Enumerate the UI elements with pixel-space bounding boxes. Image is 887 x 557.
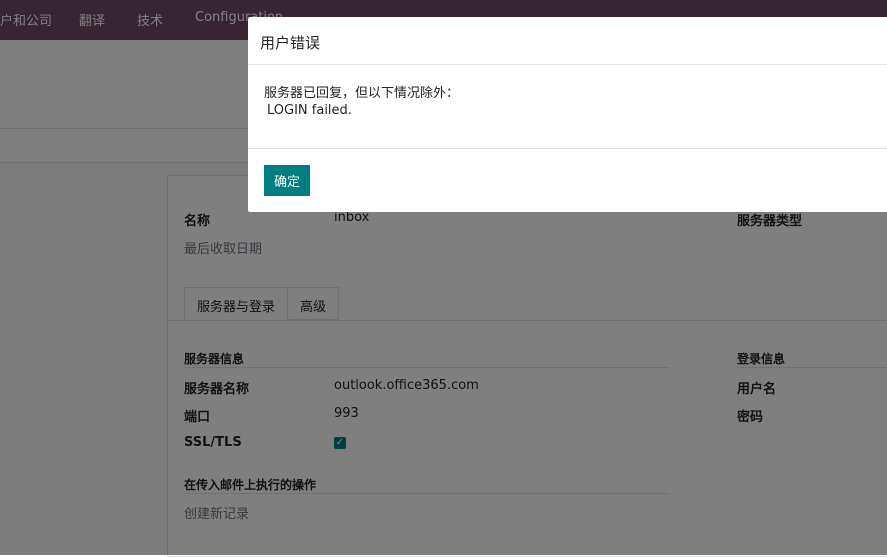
dialog-header-divider bbox=[248, 64, 887, 65]
dialog-footer-divider bbox=[248, 148, 887, 149]
dialog-title: 用户错误 bbox=[260, 34, 321, 52]
user-error-dialog: 用户错误 服务器已回复，但以下情况除外： LOGIN failed. 确定 bbox=[248, 17, 887, 212]
ok-button[interactable]: 确定 bbox=[264, 165, 310, 196]
dialog-message-line2: LOGIN failed. bbox=[267, 103, 352, 118]
dialog-message-line1: 服务器已回复，但以下情况除外： bbox=[264, 86, 460, 101]
